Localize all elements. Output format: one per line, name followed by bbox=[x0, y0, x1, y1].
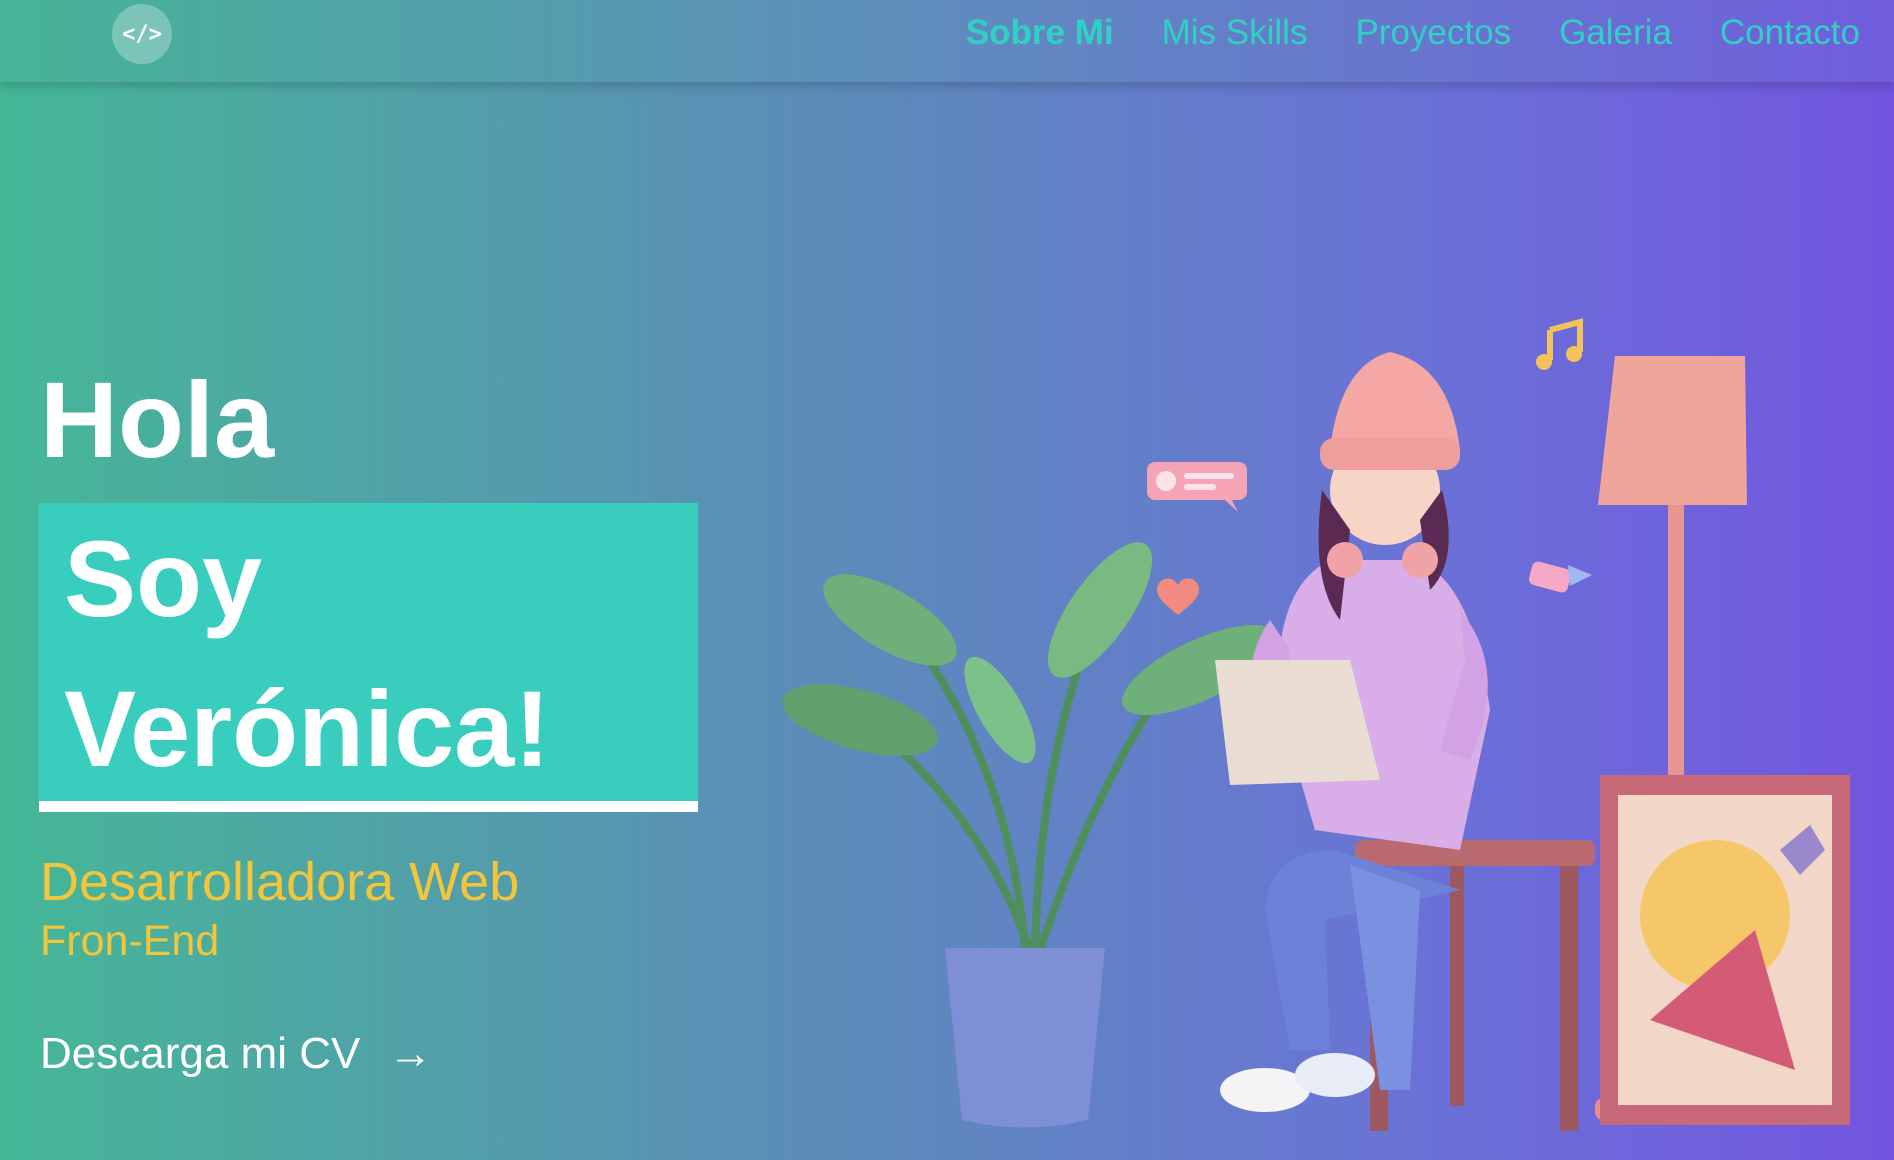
hero-name-line-2: Verónica! bbox=[64, 668, 551, 789]
hero-role: Desarrolladora Web bbox=[40, 852, 520, 912]
developer-girl-illustration bbox=[782, 318, 1850, 1131]
download-cv-label: Descarga mi CV bbox=[40, 1029, 361, 1078]
music-note-icon bbox=[1536, 318, 1583, 370]
plant-icon bbox=[782, 542, 1279, 952]
hero-name-line-1: Soy bbox=[64, 518, 263, 639]
chat-bubble-icon bbox=[1147, 462, 1247, 512]
nav-link-galeria[interactable]: Galeria bbox=[1535, 12, 1696, 54]
nav-link-contacto[interactable]: Contacto bbox=[1696, 12, 1884, 54]
hero-subrole: Fron-End bbox=[40, 917, 220, 965]
nav-link-mis-skills[interactable]: Mis Skills bbox=[1138, 12, 1332, 54]
hero-greeting: Hola bbox=[40, 359, 275, 480]
pot-icon bbox=[945, 948, 1105, 1128]
navbar: </> Sobre Mi Mis Skills Proyectos Galeri… bbox=[0, 0, 1894, 82]
download-cv-link[interactable]: Descarga mi CV → bbox=[40, 1028, 432, 1080]
heart-icon bbox=[1156, 578, 1200, 615]
code-logo-icon[interactable]: </> bbox=[112, 4, 172, 64]
hero-name-box: Soy Verónica! bbox=[39, 503, 698, 812]
nav-link-proyectos[interactable]: Proyectos bbox=[1331, 12, 1535, 54]
nav-link-sobre-mi[interactable]: Sobre Mi bbox=[942, 12, 1138, 54]
message-play-icon bbox=[1528, 561, 1592, 593]
picture-frame-icon bbox=[1600, 775, 1850, 1125]
nav-links: Sobre Mi Mis Skills Proyectos Galeria Co… bbox=[942, 12, 1884, 54]
arrow-right-icon: → bbox=[388, 1029, 433, 1078]
